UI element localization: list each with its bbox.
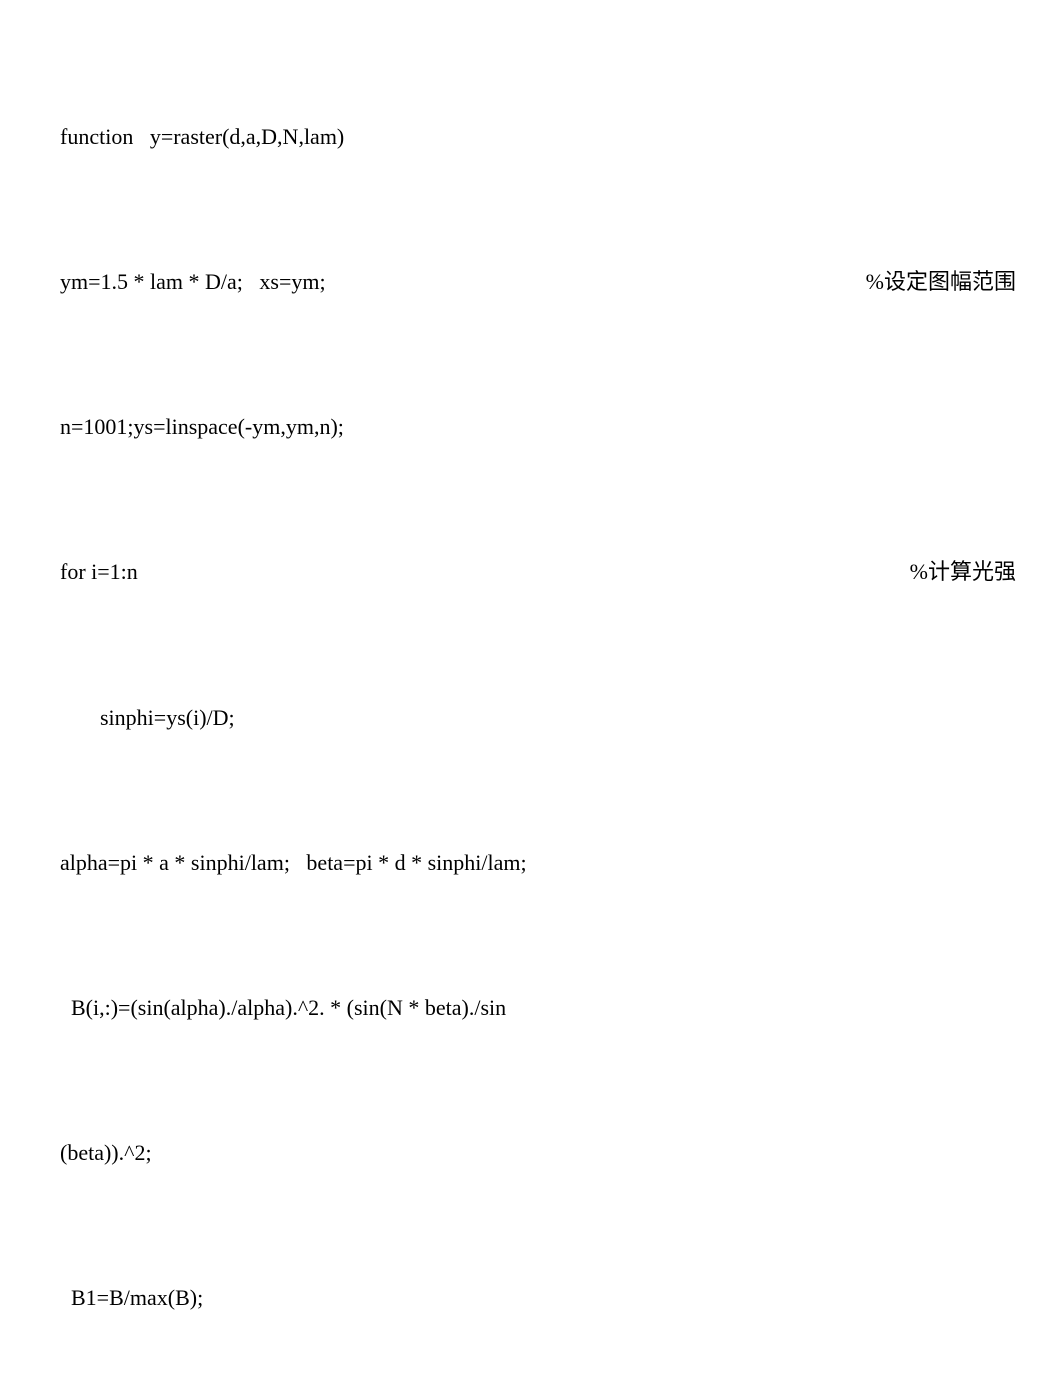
code-text: alpha=pi * a * sinphi/lam; beta=pi * d *… — [60, 845, 527, 881]
code-text: ym=1.5 * lam * D/a; xs=ym; — [60, 264, 326, 300]
code-text: B(i,:)=(sin(alpha)./alpha).^2. * (sin(N … — [60, 990, 506, 1026]
code-line-1: function y=raster(d,a,D,N,lam) — [60, 119, 1016, 155]
code-line-3: n=1001;ys=linspace(-ym,ym,n); — [60, 409, 1016, 445]
code-line-6: alpha=pi * a * sinphi/lam; beta=pi * d *… — [60, 845, 1016, 881]
code-text: sinphi=ys(i)/D; — [60, 700, 235, 736]
code-comment: %设定图幅范围 — [826, 264, 1016, 300]
code-block: function y=raster(d,a,D,N,lam) ym=1.5 * … — [60, 10, 1016, 1382]
code-line-8: B1=B/max(B); — [60, 1280, 1016, 1316]
code-text: for i=1:n — [60, 554, 138, 590]
code-line-4: for i=1:n %计算光强 — [60, 554, 1016, 590]
code-text: n=1001;ys=linspace(-ym,ym,n); — [60, 409, 344, 445]
code-line-7a: B(i,:)=(sin(alpha)./alpha).^2. * (sin(N … — [60, 990, 1016, 1026]
code-line-5: sinphi=ys(i)/D; — [60, 700, 1016, 736]
code-text: function y=raster(d,a,D,N,lam) — [60, 119, 344, 155]
code-line-2: ym=1.5 * lam * D/a; xs=ym; %设定图幅范围 — [60, 264, 1016, 300]
code-text: B1=B/max(B); — [60, 1280, 203, 1316]
code-text: (beta)).^2; — [60, 1135, 152, 1171]
code-line-7b: (beta)).^2; — [60, 1135, 1016, 1171]
code-comment: %计算光强 — [870, 554, 1016, 590]
